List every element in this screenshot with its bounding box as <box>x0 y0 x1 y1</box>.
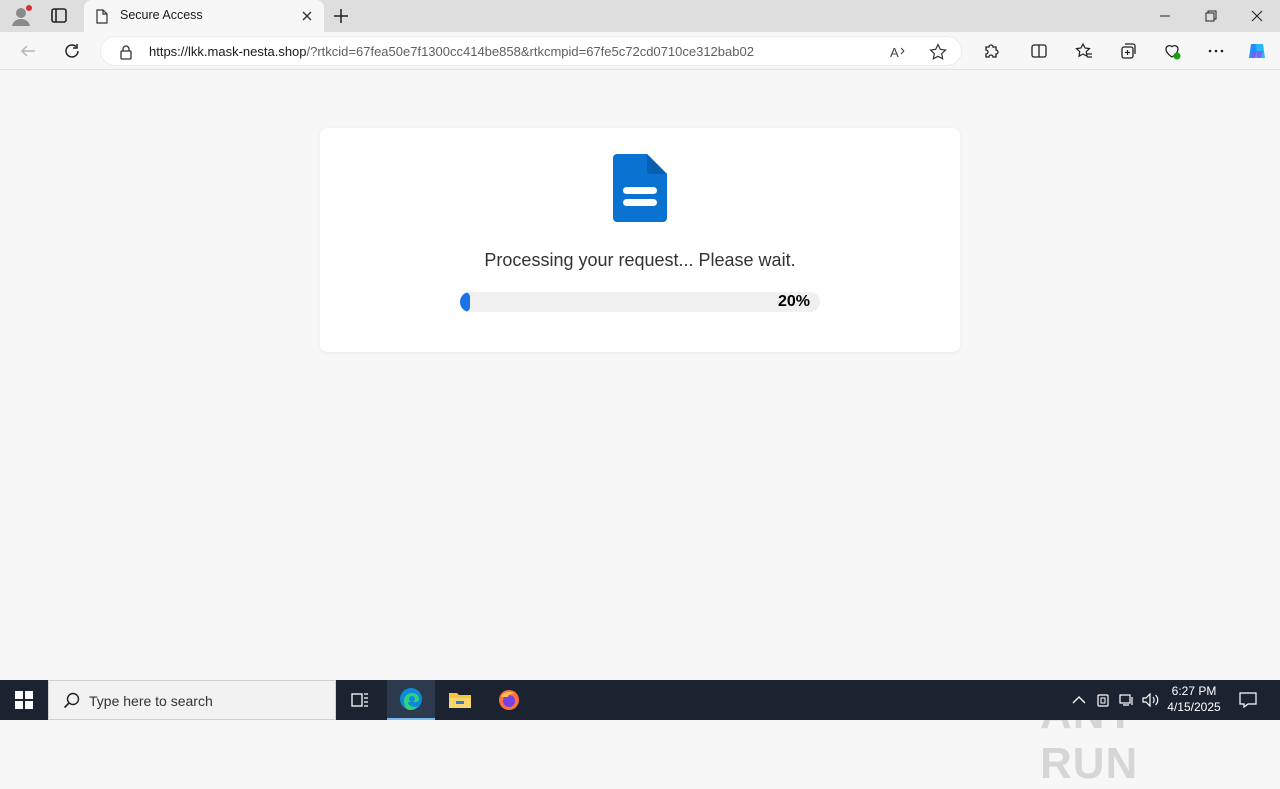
favorites-icon[interactable] <box>1073 40 1095 62</box>
url-host: https://lkk.mask-nesta.shop <box>149 44 307 59</box>
lock-icon[interactable] <box>119 44 133 60</box>
firefox-icon[interactable] <box>485 680 533 720</box>
edge-taskbar-icon[interactable] <box>387 680 435 720</box>
address-bar[interactable]: https://lkk.mask-nesta.shop/?rtkcid=67fe… <box>100 36 962 66</box>
file-explorer-icon[interactable] <box>436 680 484 720</box>
device-icon[interactable] <box>1094 680 1112 720</box>
url-path: /?rtkcid=67fea50e7f1300cc414be858&rtkcmp… <box>306 44 754 59</box>
read-aloud-icon[interactable]: A <box>889 43 907 66</box>
new-tab-icon[interactable] <box>332 7 350 25</box>
tab-actions-icon[interactable] <box>50 7 70 25</box>
loading-card: Processing your request... Please wait. … <box>320 128 960 352</box>
progress-fill <box>460 292 470 312</box>
copilot-icon[interactable] <box>1246 40 1268 62</box>
refresh-icon[interactable] <box>61 40 83 62</box>
close-window-icon[interactable] <box>1234 0 1280 32</box>
notifications-icon[interactable] <box>1236 680 1260 720</box>
svg-text:A: A <box>890 45 899 60</box>
windows-start-icon[interactable] <box>0 680 48 720</box>
clock-time: 6:27 PM <box>1171 684 1217 698</box>
split-screen-icon[interactable] <box>1028 40 1050 62</box>
browser-tabstrip: Secure Access <box>0 0 1280 32</box>
document-icon <box>613 154 667 222</box>
taskbar-search-box[interactable]: Type here to search <box>48 680 336 720</box>
extensions-icon[interactable] <box>980 40 1002 62</box>
more-options-icon[interactable] <box>1205 40 1227 62</box>
page-icon <box>96 9 108 24</box>
back-icon[interactable] <box>17 40 39 62</box>
close-tab-icon[interactable] <box>300 9 314 23</box>
profile-icon[interactable] <box>10 5 32 27</box>
restore-icon[interactable] <box>1188 0 1234 32</box>
task-view-icon[interactable] <box>336 680 384 720</box>
minimize-icon[interactable] <box>1142 0 1188 32</box>
browser-toolbar: https://lkk.mask-nesta.shop/?rtkcid=67fe… <box>0 32 1280 70</box>
network-icon[interactable] <box>1117 680 1137 720</box>
windows-taskbar: Type here to search 6:27 PM 4/15/2025 <box>0 680 1280 720</box>
search-placeholder: Type here to search <box>89 693 213 709</box>
tab-title: Secure Access <box>120 8 203 22</box>
url-text[interactable]: https://lkk.mask-nesta.shop/?rtkcid=67fe… <box>149 44 754 59</box>
browser-essentials-icon[interactable] <box>1161 40 1183 62</box>
tab-secure-access[interactable]: Secure Access <box>84 0 324 32</box>
collections-icon[interactable] <box>1117 40 1139 62</box>
show-hidden-icons[interactable] <box>1070 680 1088 720</box>
progress-percent: 20% <box>777 293 810 310</box>
favorite-star-icon[interactable] <box>929 43 947 66</box>
processing-message: Processing your request... Please wait. <box>484 250 796 270</box>
page-viewport: Processing your request... Please wait. … <box>4 71 1276 788</box>
volume-icon[interactable] <box>1141 680 1161 720</box>
taskbar-clock[interactable]: 6:27 PM 4/15/2025 <box>1160 683 1228 715</box>
progress-bar: 20% <box>460 292 820 312</box>
clock-date: 4/15/2025 <box>1167 700 1221 714</box>
search-icon <box>63 692 81 715</box>
